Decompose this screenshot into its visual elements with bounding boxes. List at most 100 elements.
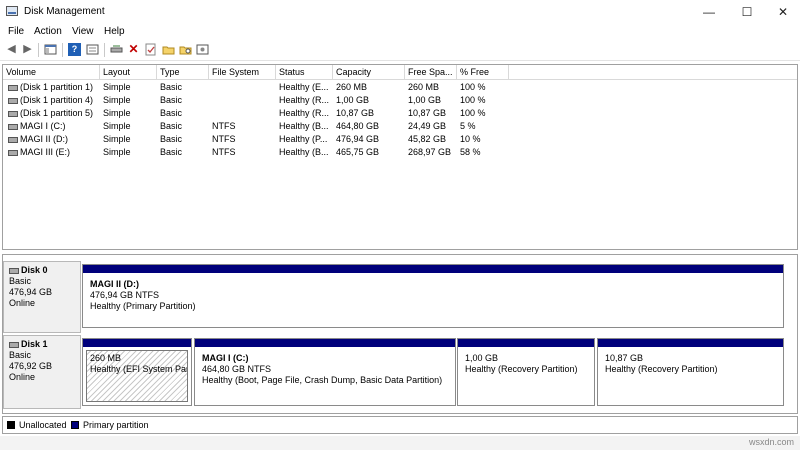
- drive-icon: [8, 149, 18, 156]
- volume-capacity: 10,87 GB: [336, 108, 375, 118]
- volume-type: Basic: [160, 121, 183, 131]
- settings-icon[interactable]: [196, 43, 209, 56]
- volume-status: Healthy (R...: [279, 95, 330, 105]
- partition-name: MAGI I (C:): [202, 353, 249, 363]
- disk-1-info[interactable]: Disk 1 Basic 476,92 GB Online: [3, 335, 81, 409]
- volume-capacity: 260 MB: [336, 82, 368, 92]
- disk-1-state: Online: [9, 372, 36, 382]
- help-icon[interactable]: ?: [68, 43, 81, 56]
- partition-recovery-1[interactable]: 1,00 GB Healthy (Recovery Partition): [457, 338, 595, 406]
- table-row[interactable]: MAGI I (C:) Simple Basic NTFS Healthy (B…: [3, 120, 797, 133]
- watermark: wsxdn.com: [748, 437, 794, 447]
- volume-name: (Disk 1 partition 5): [5, 107, 100, 120]
- partition-magi-ii-d[interactable]: MAGI II (D:) 476,94 GB NTFS Healthy (Pri…: [82, 264, 784, 328]
- minimize-button[interactable]: —: [692, 0, 726, 24]
- drive-icon: [8, 84, 18, 91]
- disk-layout-pane[interactable]: Disk 0 Basic 476,94 GB Online MAGI II (D…: [2, 254, 798, 414]
- disk-0-state: Online: [9, 298, 36, 308]
- volume-file-system: NTFS: [212, 134, 236, 144]
- menu-view[interactable]: View: [72, 26, 94, 37]
- primary-partition-bar: [83, 265, 783, 273]
- volume-status: Healthy (B...: [279, 147, 329, 157]
- column-header-volume[interactable]: Volume: [3, 65, 100, 79]
- partition-status: Healthy (Recovery Partition): [605, 364, 718, 374]
- partition-size: 10,87 GB: [605, 353, 644, 363]
- properties-icon[interactable]: [86, 43, 99, 56]
- toolbar: ◀ ▶ ? ✕: [0, 40, 800, 61]
- partition-size: 260 MB: [90, 353, 122, 363]
- drive-icon: [8, 110, 18, 117]
- table-row[interactable]: (Disk 1 partition 5) Simple Basic Health…: [3, 107, 797, 120]
- volume-capacity: 476,94 GB: [336, 134, 380, 144]
- volume-percent-free: 100 %: [460, 95, 486, 105]
- legend: Unallocated Primary partition: [2, 416, 798, 434]
- partition-details: MAGI I (C:) 464,80 GB NTFS Healthy (Boot…: [198, 350, 452, 402]
- volume-percent-free: 100 %: [460, 82, 486, 92]
- menu-bar: File Action View Help: [0, 24, 800, 40]
- volume-free-space: 268,97 GB: [408, 147, 452, 157]
- table-row[interactable]: (Disk 1 partition 4) Simple Basic Health…: [3, 94, 797, 107]
- volume-name-text: (Disk 1 partition 1): [20, 82, 94, 92]
- maximize-button[interactable]: ☐: [730, 0, 764, 24]
- volume-name-text: MAGI I (C:): [20, 121, 66, 131]
- table-row[interactable]: MAGI III (E:) Simple Basic NTFS Healthy …: [3, 146, 797, 159]
- volume-percent-free: 10 %: [460, 134, 481, 144]
- check-icon[interactable]: [144, 43, 157, 56]
- volume-type: Basic: [160, 108, 183, 118]
- volume-layout: Simple: [103, 134, 131, 144]
- volume-layout: Simple: [103, 95, 131, 105]
- menu-help[interactable]: Help: [104, 26, 125, 37]
- connect-disk-icon[interactable]: [110, 43, 123, 56]
- volume-name-text: (Disk 1 partition 5): [20, 108, 94, 118]
- volume-capacity: 464,80 GB: [336, 121, 380, 131]
- show-hide-console-tree-icon[interactable]: [44, 43, 57, 56]
- partition-details: 10,87 GB Healthy (Recovery Partition): [601, 350, 780, 402]
- primary-partition-swatch: [71, 421, 79, 429]
- disk-0-label: Disk 0: [9, 265, 75, 276]
- volume-status: Healthy (R...: [279, 108, 330, 118]
- partition-recovery-2[interactable]: 10,87 GB Healthy (Recovery Partition): [597, 338, 784, 406]
- column-header-file-system[interactable]: File System: [209, 65, 276, 79]
- volume-layout: Simple: [103, 121, 131, 131]
- volume-list[interactable]: Volume Layout Type File System Status Ca…: [2, 64, 798, 250]
- close-button[interactable]: ✕: [766, 0, 800, 24]
- drive-icon: [8, 136, 18, 143]
- primary-partition-bar: [83, 339, 191, 347]
- volume-layout: Simple: [103, 108, 131, 118]
- partition-name: MAGI II (D:): [90, 279, 139, 289]
- disk-1-name: Disk 1: [21, 339, 48, 349]
- menu-action[interactable]: Action: [34, 26, 62, 37]
- title-bar: Disk Management — ☐ ✕: [0, 0, 800, 24]
- table-row[interactable]: (Disk 1 partition 1) Simple Basic Health…: [3, 81, 797, 94]
- disk-0-info[interactable]: Disk 0 Basic 476,94 GB Online: [3, 261, 81, 333]
- volume-file-system: [209, 81, 276, 94]
- column-header-capacity[interactable]: Capacity: [333, 65, 405, 79]
- disk-management-app-icon: [6, 6, 18, 16]
- partition-magi-i-c[interactable]: MAGI I (C:) 464,80 GB NTFS Healthy (Boot…: [194, 338, 456, 406]
- partition-status: Healthy (EFI System Partition): [90, 364, 187, 374]
- forward-icon[interactable]: ▶: [21, 43, 34, 56]
- toolbar-separator: [38, 43, 39, 57]
- column-header-percent-free[interactable]: % Free: [457, 65, 509, 79]
- column-header-status[interactable]: Status: [276, 65, 333, 79]
- column-header-layout[interactable]: Layout: [100, 65, 157, 79]
- volume-name: (Disk 1 partition 4): [5, 94, 100, 107]
- disk-0-name: Disk 0: [21, 265, 48, 275]
- volume-file-system: [209, 94, 276, 107]
- volume-file-system: NTFS: [212, 121, 236, 131]
- table-row[interactable]: MAGI II (D:) Simple Basic NTFS Healthy (…: [3, 133, 797, 146]
- delete-icon[interactable]: ✕: [127, 43, 140, 56]
- column-header-type[interactable]: Type: [157, 65, 209, 79]
- legend-unallocated: Unallocated: [19, 420, 67, 430]
- volume-name: (Disk 1 partition 1): [5, 81, 100, 94]
- partition-efi-system[interactable]: 260 MB Healthy (EFI System Partition): [82, 338, 192, 406]
- menu-file[interactable]: File: [8, 26, 24, 37]
- volume-capacity: 465,75 GB: [336, 147, 380, 157]
- back-icon[interactable]: ◀: [5, 43, 18, 56]
- primary-partition-bar: [598, 339, 783, 347]
- folder-open-icon[interactable]: [162, 43, 175, 56]
- partition-status: Healthy (Recovery Partition): [465, 364, 578, 374]
- column-header-free-space[interactable]: Free Spa...: [405, 65, 457, 79]
- folder-search-icon[interactable]: [179, 43, 192, 56]
- disk-0-type: Basic: [9, 276, 32, 286]
